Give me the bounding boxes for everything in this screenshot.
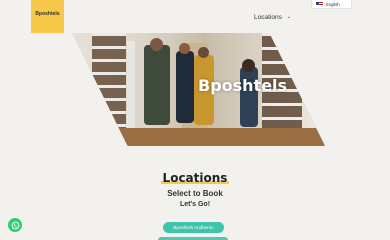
whatsapp-icon[interactable]: [8, 218, 22, 232]
section-subtitle: Select to Book: [167, 189, 223, 198]
section-title: Locations: [0, 169, 390, 187]
logo-text: Bposhtels: [35, 11, 60, 17]
location-button[interactable]: Bposhtels Andheron: [163, 222, 224, 233]
location-button-label: Bposhtels Andheron: [173, 225, 214, 230]
chevron-down-icon: ⌄: [286, 14, 292, 20]
logo[interactable]: Bposhtels: [31, 0, 64, 33]
nav-locations-label: Locations: [254, 13, 282, 21]
hero-title: Bposhtels: [198, 76, 288, 95]
us-flag-icon: [316, 2, 323, 6]
section-title-text: Locations: [160, 171, 230, 185]
language-label: English: [326, 1, 340, 7]
language-switcher[interactable]: English: [311, 0, 352, 9]
nav-locations[interactable]: Locations ⌄: [254, 12, 291, 22]
section-tagline: Let's Go!: [179, 201, 211, 208]
